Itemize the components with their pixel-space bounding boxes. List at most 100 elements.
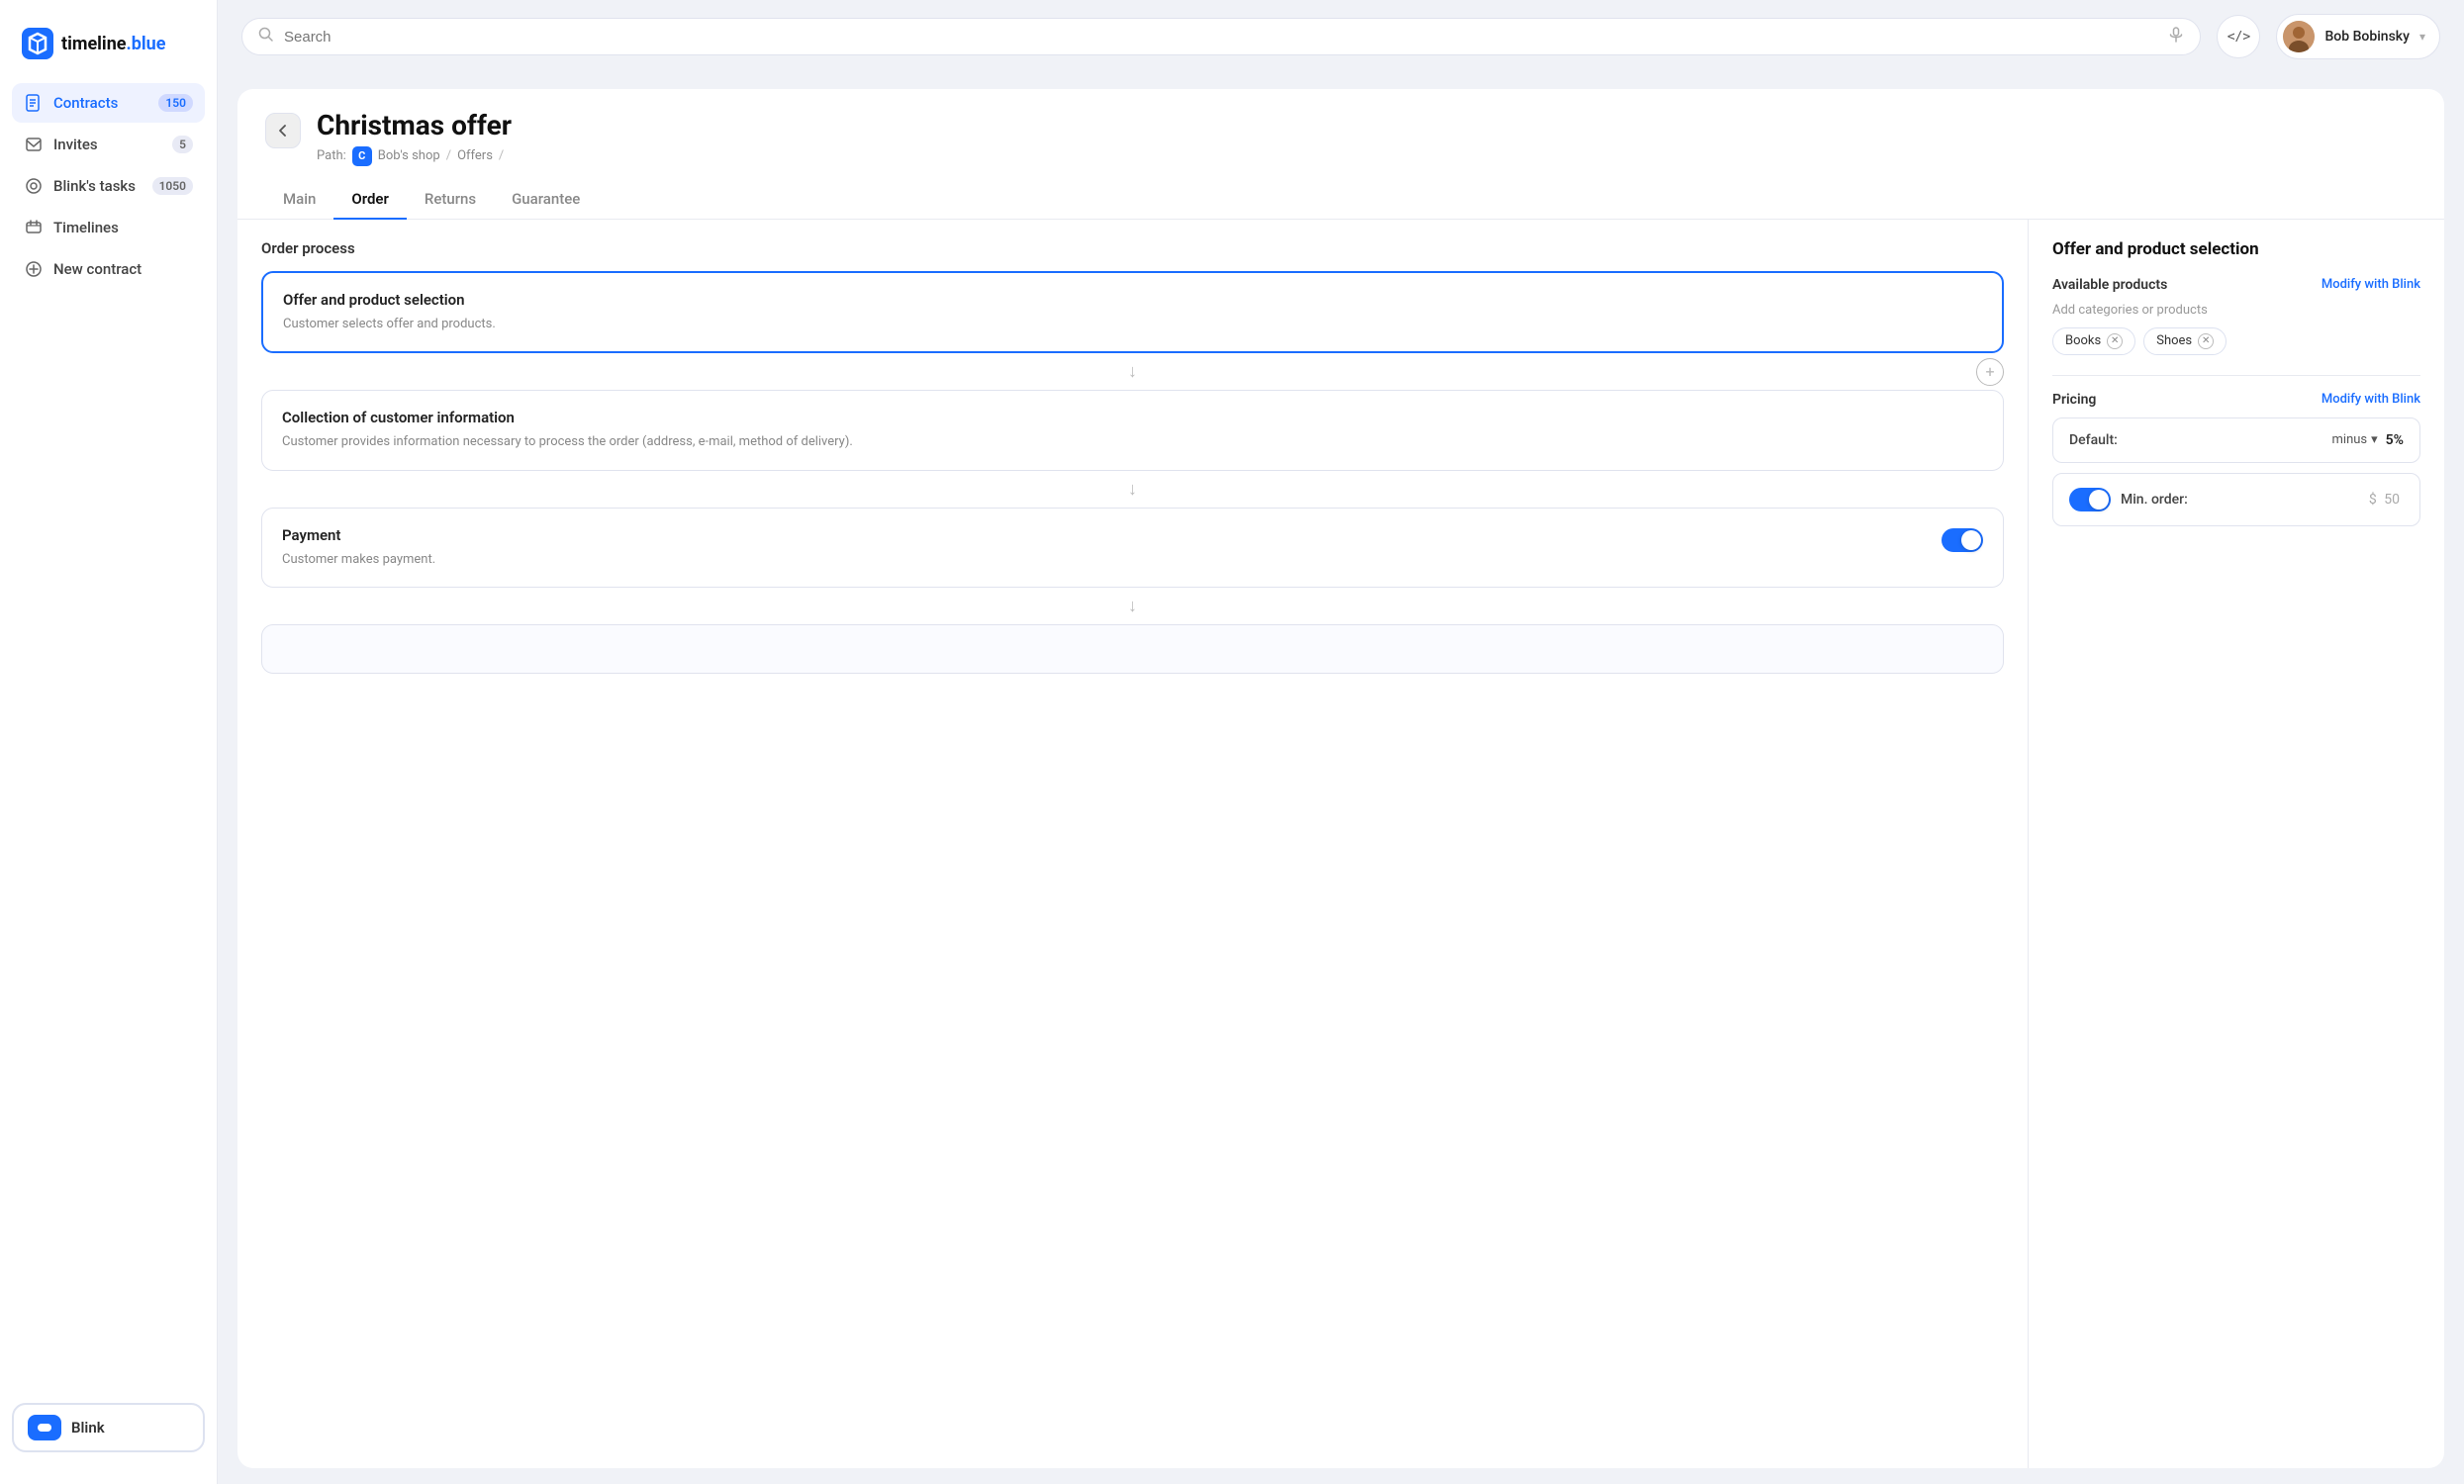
pricing-operator-chevron: ▾	[2371, 432, 2378, 447]
breadcrumb-sep1: /	[446, 148, 451, 163]
sidebar-item-timelines[interactable]: Timelines	[12, 208, 205, 247]
breadcrumb-initial: C	[352, 146, 372, 166]
invites-icon	[24, 135, 44, 154]
add-categories-label: Add categories or products	[2052, 303, 2420, 318]
modify-products-link[interactable]: Modify with Blink	[2322, 277, 2420, 292]
breadcrumb-prefix: Path:	[317, 148, 346, 163]
breadcrumb-section: Offers	[457, 148, 493, 163]
step-payment[interactable]: Payment Customer makes payment.	[261, 508, 2004, 589]
min-order-currency: $	[2369, 492, 2377, 508]
available-products-header: Available products Modify with Blink	[2052, 277, 2420, 293]
tab-returns[interactable]: Returns	[407, 180, 494, 220]
breadcrumb-shop: Bob's shop	[378, 148, 440, 163]
tag-shoes-label: Shoes	[2156, 333, 2192, 348]
tab-guarantee[interactable]: Guarantee	[494, 180, 598, 220]
step-offer-selection[interactable]: Offer and product selection Customer sel…	[261, 271, 2004, 354]
order-process-col: Order process Offer and product selectio…	[237, 220, 2029, 1468]
pricing-operator-dropdown[interactable]: minus ▾	[2332, 432, 2378, 447]
code-button[interactable]: </>	[2217, 15, 2260, 58]
new-contract-label: New contract	[53, 260, 142, 278]
divider-1	[2052, 375, 2420, 376]
sidebar-item-contracts[interactable]: Contracts 150	[12, 83, 205, 123]
arrow-row-2: ↓	[261, 471, 2004, 508]
arrow-down-icon-1: ↓	[1128, 361, 1137, 382]
payment-toggle[interactable]	[1942, 528, 1983, 552]
min-order-toggle-knob	[2089, 490, 2109, 510]
main-area: </> Bob Bobinsky ▾	[218, 0, 2464, 1484]
header: </> Bob Bobinsky ▾	[218, 0, 2464, 73]
logo-icon	[22, 28, 53, 59]
blinks-tasks-badge: 1050	[152, 177, 193, 195]
timelines-icon	[24, 218, 44, 237]
invites-badge: 5	[172, 136, 193, 153]
step-offer-selection-title: Offer and product selection	[283, 291, 1982, 309]
pricing-default-label: Default:	[2069, 432, 2118, 448]
avatar	[2283, 21, 2315, 52]
page-title: Christmas offer	[317, 109, 2417, 142]
two-col-layout: Order process Offer and product selectio…	[237, 220, 2444, 1468]
step-payment-desc: Customer makes payment.	[282, 550, 1928, 570]
payment-toggle-knob	[1961, 530, 1981, 550]
tag-books[interactable]: Books ✕	[2052, 327, 2135, 355]
arrow-row-3: ↓	[261, 588, 2004, 624]
sidebar-item-new-contract[interactable]: New contract	[12, 249, 205, 289]
step-customer-info-title: Collection of customer information	[282, 409, 1983, 426]
tag-books-label: Books	[2065, 333, 2101, 348]
min-order-label: Min. order:	[2121, 492, 2188, 508]
modify-pricing-link[interactable]: Modify with Blink	[2322, 392, 2420, 407]
min-order-toggle[interactable]	[2069, 488, 2111, 511]
pricing-default-box: Default: minus ▾ 5%	[2052, 417, 2420, 463]
page-header: Christmas offer Path: C Bob's shop / Off…	[237, 89, 2444, 166]
sidebar-item-invites[interactable]: Invites 5	[12, 125, 205, 164]
min-order-value: 50	[2384, 492, 2400, 508]
pricing-header: Pricing Modify with Blink	[2052, 392, 2420, 408]
app-name: timeline.blue	[61, 34, 165, 54]
product-tags: Books ✕ Shoes ✕	[2052, 327, 2420, 355]
sidebar: timeline.blue Contracts 150 Invites 5	[0, 0, 218, 1484]
invites-label: Invites	[53, 136, 98, 153]
logo[interactable]: timeline.blue	[12, 20, 205, 83]
right-panel: Offer and product selection Available pr…	[2029, 220, 2444, 1468]
contracts-icon	[24, 93, 44, 113]
step-customer-info-desc: Customer provides information necessary …	[282, 432, 1983, 452]
tag-shoes-remove[interactable]: ✕	[2198, 333, 2214, 349]
back-button[interactable]	[265, 113, 301, 148]
blink-icon	[28, 1415, 61, 1440]
arrow-down-icon-2: ↓	[1128, 479, 1137, 500]
tabs: Main Order Returns Guarantee	[237, 180, 2444, 220]
min-order-left: Min. order:	[2069, 488, 2188, 511]
tab-order[interactable]: Order	[333, 180, 407, 220]
timelines-label: Timelines	[53, 219, 119, 236]
pricing-operator-value: minus	[2332, 432, 2368, 447]
sidebar-item-blinks-tasks[interactable]: Blink's tasks 1050	[12, 166, 205, 206]
right-panel-title: Offer and product selection	[2052, 239, 2420, 259]
search-input[interactable]	[284, 29, 2158, 46]
add-step-button-1[interactable]: +	[1976, 358, 2004, 386]
sidebar-bottom: Blink	[12, 1391, 205, 1464]
min-order-amount: $ 50	[2369, 492, 2404, 508]
blinks-tasks-icon	[24, 176, 44, 196]
min-order-box: Min. order: $ 50	[2052, 473, 2420, 526]
mic-icon[interactable]	[2168, 27, 2184, 46]
step-placeholder[interactable]	[261, 624, 2004, 674]
page-card: Christmas offer Path: C Bob's shop / Off…	[237, 89, 2444, 1468]
search-bar[interactable]	[241, 18, 2201, 55]
step-customer-info[interactable]: Collection of customer information Custo…	[261, 390, 2004, 471]
tag-shoes[interactable]: Shoes ✕	[2143, 327, 2227, 355]
content: Christmas offer Path: C Bob's shop / Off…	[218, 73, 2464, 1484]
search-icon	[258, 27, 274, 46]
contracts-label: Contracts	[53, 94, 118, 112]
step-offer-selection-desc: Customer selects offer and products.	[283, 315, 1982, 334]
pricing-default-value-row: minus ▾ 5%	[2332, 432, 2404, 448]
step-payment-content: Payment Customer makes payment.	[282, 526, 1928, 570]
blink-button[interactable]: Blink	[12, 1403, 205, 1452]
order-process-title: Order process	[261, 239, 2004, 257]
code-icon: </>	[2227, 30, 2250, 45]
step-payment-title: Payment	[282, 526, 1928, 544]
user-menu[interactable]: Bob Bobinsky ▾	[2276, 14, 2440, 59]
blink-label: Blink	[71, 1419, 105, 1437]
tag-books-remove[interactable]: ✕	[2107, 333, 2123, 349]
pricing-label: Pricing	[2052, 392, 2096, 408]
pricing-default-pct: 5%	[2386, 432, 2404, 448]
tab-main[interactable]: Main	[265, 180, 333, 220]
